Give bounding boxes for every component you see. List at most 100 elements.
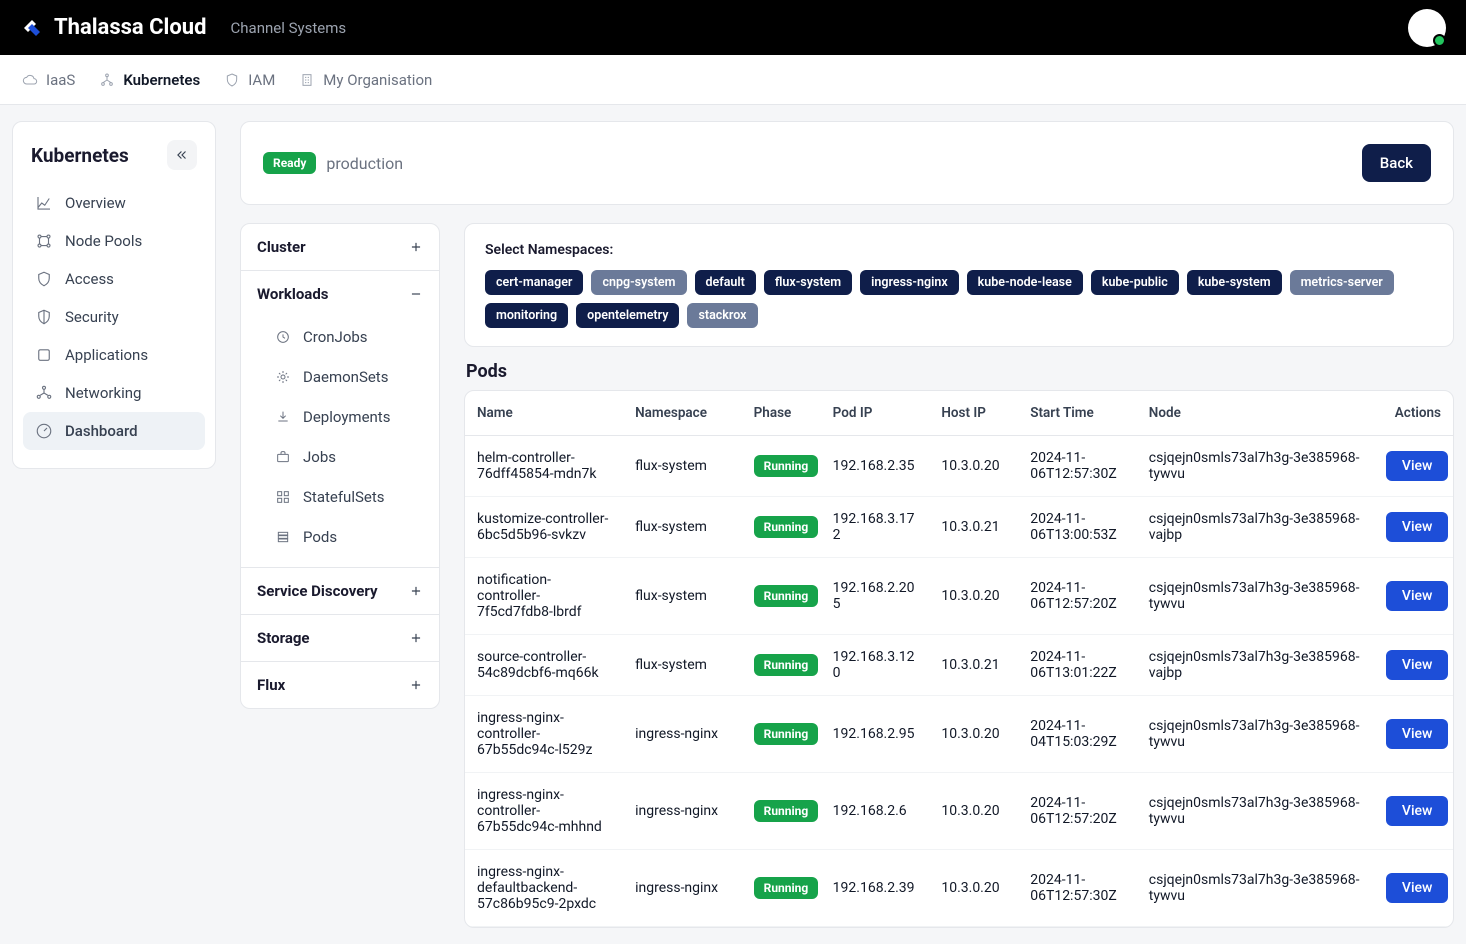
tree-item-label: StatefulSets [303, 488, 384, 506]
pods-table: Name Namespace Phase Pod IP Host IP Star… [464, 390, 1454, 928]
nav-access[interactable]: Access [23, 260, 205, 298]
col-start time: Start Time [1018, 391, 1137, 436]
cell-phase: Running [742, 558, 821, 635]
nav-applications[interactable]: Applications [23, 336, 205, 374]
nav-networking[interactable]: Networking [23, 374, 205, 412]
nav-label: Access [65, 270, 114, 288]
avatar[interactable] [1408, 9, 1446, 47]
cell-podip: 192.168.2.6 [821, 773, 930, 850]
ns-chip-cnpg-system[interactable]: cnpg-system [591, 270, 686, 295]
table-row: source-controller-54c89dcbf6-mq66k flux-… [465, 635, 1453, 696]
tree-section-flux[interactable]: Flux [241, 662, 439, 708]
ns-chip-metrics-server[interactable]: metrics-server [1290, 270, 1394, 295]
table-row: ingress-nginx-controller-67b55dc94c-l529… [465, 696, 1453, 773]
cell-actions: View [1374, 850, 1453, 927]
tree-section-cluster[interactable]: Cluster [241, 224, 439, 270]
tree-section-workloads[interactable]: Workloads [241, 271, 439, 317]
view-button[interactable]: View [1386, 451, 1449, 481]
view-button[interactable]: View [1386, 873, 1449, 903]
phase-badge: Running [754, 516, 819, 538]
brand[interactable]: Thalassa Cloud Channel Systems [20, 15, 346, 40]
crumb-iaas[interactable]: IaaS [22, 71, 75, 89]
view-button[interactable]: View [1386, 796, 1449, 826]
view-button[interactable]: View [1386, 719, 1449, 749]
plus-icon [409, 240, 423, 254]
tree-item-statefulsets[interactable]: StatefulSets [241, 477, 439, 517]
tree-item-pods[interactable]: Pods [241, 517, 439, 557]
cell-start: 2024-11-06T12:57:20Z [1018, 558, 1137, 635]
table-row: notification-controller-7f5cd7fdb8-lbrdf… [465, 558, 1453, 635]
tree-section-service discovery[interactable]: Service Discovery [241, 568, 439, 614]
download-icon [275, 409, 291, 425]
nav-label: Dashboard [65, 422, 138, 440]
cell-actions: View [1374, 696, 1453, 773]
cell-phase: Running [742, 497, 821, 558]
tree-item-label: CronJobs [303, 328, 368, 346]
col-host ip: Host IP [929, 391, 1018, 436]
nav-label: Overview [65, 194, 126, 212]
cell-hostip: 10.3.0.21 [929, 635, 1018, 696]
ns-chip-kube-public[interactable]: kube-public [1091, 270, 1179, 295]
ns-chip-default[interactable]: default [695, 270, 756, 295]
back-button[interactable]: Back [1362, 144, 1431, 182]
plus-icon [409, 678, 423, 692]
nav-node pools[interactable]: Node Pools [23, 222, 205, 260]
ns-chip-monitoring[interactable]: monitoring [485, 303, 568, 328]
ns-chip-flux-system[interactable]: flux-system [764, 270, 852, 295]
avatar-wrap [1408, 9, 1446, 47]
cell-start: 2024-11-06T12:57:30Z [1018, 850, 1137, 927]
crumb-my organisation[interactable]: My Organisation [299, 71, 432, 89]
col-node: Node [1137, 391, 1374, 436]
cell-name: notification-controller-7f5cd7fdb8-lbrdf [465, 558, 623, 635]
status-badge: Ready [263, 152, 316, 174]
cell-phase: Running [742, 436, 821, 497]
collapse-sidebar-button[interactable] [167, 140, 197, 170]
ns-chip-ingress-nginx[interactable]: ingress-nginx [860, 270, 959, 295]
cell-hostip: 10.3.0.20 [929, 558, 1018, 635]
nav-label: Applications [65, 346, 148, 364]
ns-chip-opentelemetry[interactable]: opentelemetry [576, 303, 679, 328]
cell-hostip: 10.3.0.21 [929, 497, 1018, 558]
cell-node: csjqejn0smls73al7h3g-3e385968-vajbp [1137, 497, 1374, 558]
cloud-icon [22, 72, 38, 88]
col-name: Name [465, 391, 623, 436]
tree-item-label: DaemonSets [303, 368, 388, 386]
nav-label: Security [65, 308, 119, 326]
cell-name: ingress-nginx-defaultbackend-57c86b95c9-… [465, 850, 623, 927]
plus-icon [409, 631, 423, 645]
cell-namespace: ingress-nginx [623, 773, 742, 850]
nav-security[interactable]: Security [23, 298, 205, 336]
cell-namespace: ingress-nginx [623, 696, 742, 773]
ns-chip-stackrox[interactable]: stackrox [687, 303, 757, 328]
tree-item-label: Deployments [303, 408, 390, 426]
tree-item-cronjobs[interactable]: CronJobs [241, 317, 439, 357]
stack-icon [275, 529, 291, 545]
tree-item-label: Jobs [303, 448, 336, 466]
tree-section-title: Service Discovery [257, 582, 378, 600]
crumb-iam[interactable]: IAM [224, 71, 275, 89]
ns-chip-kube-system[interactable]: kube-system [1187, 270, 1282, 295]
ns-chip-cert-manager[interactable]: cert-manager [485, 270, 583, 295]
view-button[interactable]: View [1386, 650, 1449, 680]
nav-dashboard[interactable]: Dashboard [23, 412, 205, 450]
view-button[interactable]: View [1386, 512, 1449, 542]
col-phase: Phase [742, 391, 821, 436]
chart-icon [35, 194, 53, 212]
tree-section-title: Flux [257, 676, 285, 694]
cell-name: ingress-nginx-controller-67b55dc94c-l529… [465, 696, 623, 773]
cell-hostip: 10.3.0.20 [929, 850, 1018, 927]
cell-namespace: ingress-nginx [623, 850, 742, 927]
ns-chip-kube-node-lease[interactable]: kube-node-lease [967, 270, 1083, 295]
tree-item-deployments[interactable]: Deployments [241, 397, 439, 437]
cell-name: source-controller-54c89dcbf6-mq66k [465, 635, 623, 696]
crumb-kubernetes[interactable]: Kubernetes [99, 71, 200, 89]
tree-section-storage[interactable]: Storage [241, 615, 439, 661]
tree-item-jobs[interactable]: Jobs [241, 437, 439, 477]
col-namespace: Namespace [623, 391, 742, 436]
tree-item-daemonsets[interactable]: DaemonSets [241, 357, 439, 397]
nav-label: Node Pools [65, 232, 142, 250]
nav-overview[interactable]: Overview [23, 184, 205, 222]
table-row: kustomize-controller-6bc5d5b96-svkzv flu… [465, 497, 1453, 558]
tree-section-title: Workloads [257, 285, 328, 303]
view-button[interactable]: View [1386, 581, 1449, 611]
